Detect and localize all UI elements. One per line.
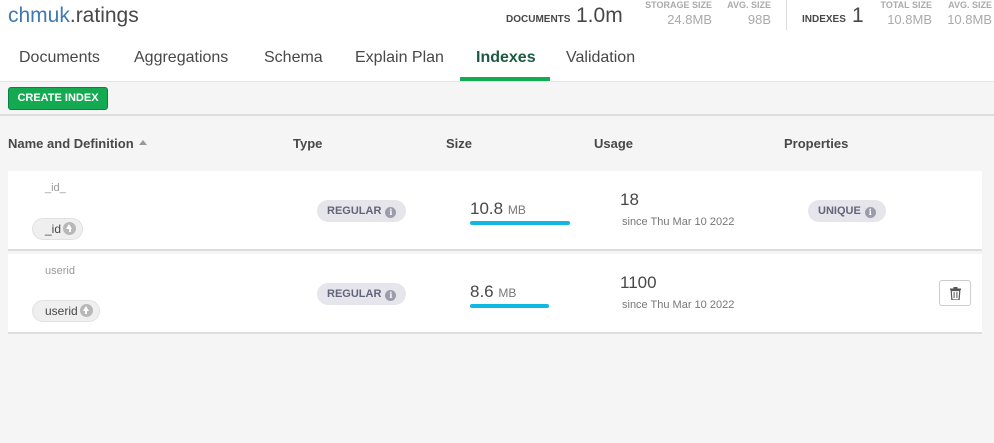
- documents-label: DOCUMENTS: [506, 14, 571, 25]
- collection-header: chmuk.ratings DOCUMENTS 1.0m STORAGE SIZ…: [0, 0, 994, 82]
- index-usage-count: 18: [620, 190, 639, 209]
- index-type-badge: REGULAR i: [317, 283, 407, 305]
- column-header-size[interactable]: Size: [446, 136, 472, 151]
- tab-indexes[interactable]: Indexes: [476, 49, 536, 67]
- column-header-properties[interactable]: Properties: [784, 136, 848, 151]
- index-avg-size-value: 10.8MB: [947, 12, 992, 27]
- tab-explain-plan[interactable]: Explain Plan: [355, 49, 444, 67]
- index-type-label: REGULAR: [327, 205, 382, 217]
- index-field-name: userid: [45, 304, 78, 318]
- index-name: userid: [45, 265, 75, 277]
- column-header-usage[interactable]: Usage: [594, 136, 633, 151]
- arrow-up-circle-icon: [79, 304, 93, 317]
- index-field-pill: userid: [32, 300, 100, 322]
- documents-count: 1.0m: [576, 4, 623, 27]
- avg-size-label: AVG. SIZE: [727, 0, 771, 10]
- info-icon[interactable]: i: [385, 207, 397, 218]
- namespace-collection: .ratings: [69, 4, 139, 27]
- create-index-button[interactable]: CREATE INDEX: [8, 87, 108, 110]
- tab-schema[interactable]: Schema: [264, 49, 323, 67]
- indexes-count: 1: [852, 4, 864, 27]
- tab-validation[interactable]: Validation: [566, 49, 635, 67]
- index-usage-since: since Thu Mar 10 2022: [622, 216, 735, 228]
- index-size-bar: [470, 304, 549, 308]
- index-size-unit: MB: [498, 286, 517, 300]
- index-size-value: 10.8: [470, 199, 504, 218]
- total-size-value: 10.8MB: [887, 12, 932, 27]
- column-header-name-label: Name and Definition: [8, 136, 134, 151]
- index-row: _id_ _id REGULAR i 10.8 MB 18 since Thu M…: [8, 171, 982, 251]
- index-size-bar: [470, 221, 570, 225]
- index-avg-size-label: AVG. SIZE: [948, 0, 992, 10]
- index-type-label: REGULAR: [327, 288, 382, 300]
- index-property-label: UNIQUE: [818, 205, 861, 217]
- trash-icon: [950, 287, 961, 300]
- index-field-name: _id: [45, 222, 62, 236]
- index-usage-count: 1100: [620, 273, 657, 292]
- index-size-value: 8.6: [470, 282, 494, 301]
- index-size: 10.8 MB: [470, 199, 526, 219]
- namespace-title: chmuk.ratings: [8, 4, 139, 28]
- index-usage-since: since Thu Mar 10 2022: [622, 299, 735, 311]
- column-header-type[interactable]: Type: [293, 136, 322, 151]
- drop-index-button[interactable]: [939, 280, 971, 306]
- info-icon[interactable]: i: [385, 290, 397, 301]
- stats-divider: [786, 0, 787, 30]
- total-size-label: TOTAL SIZE: [880, 0, 932, 10]
- storage-size-label: STORAGE SIZE: [645, 0, 712, 10]
- active-tab-indicator: [460, 77, 550, 81]
- index-field-pill: _id: [32, 218, 84, 240]
- index-type-badge: REGULAR i: [317, 200, 407, 222]
- column-header-name[interactable]: Name and Definition: [8, 136, 147, 151]
- arrow-up-circle-icon: [63, 222, 77, 235]
- indexes-toolbar: CREATE INDEX: [0, 82, 994, 116]
- index-row: userid userid REGULAR i 8.6 MB 1100 since…: [8, 254, 982, 334]
- tab-aggregations[interactable]: Aggregations: [134, 49, 228, 67]
- avg-size-value: 98B: [747, 12, 771, 27]
- namespace-db: chmuk: [8, 4, 70, 27]
- info-icon[interactable]: i: [864, 207, 876, 218]
- index-size: 8.6 MB: [470, 282, 516, 302]
- storage-size-value: 24.8MB: [667, 12, 712, 27]
- indexes-label: INDEXES: [802, 14, 846, 25]
- tab-documents[interactable]: Documents: [19, 49, 100, 67]
- index-size-unit: MB: [507, 203, 526, 217]
- index-name: _id_: [45, 182, 66, 194]
- index-property-badge: UNIQUE i: [808, 200, 886, 222]
- sort-ascending-icon: [138, 140, 147, 145]
